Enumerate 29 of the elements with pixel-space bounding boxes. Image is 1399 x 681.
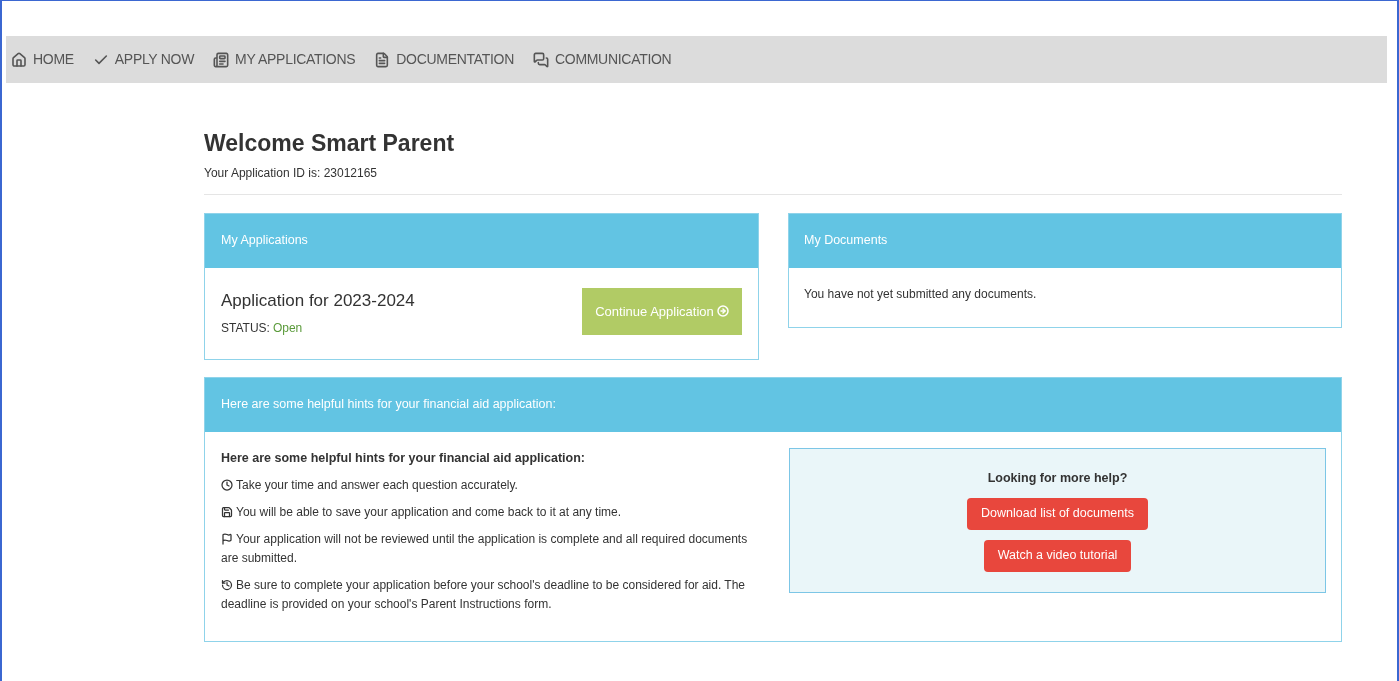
nav-link[interactable]: HOME (11, 49, 74, 70)
nav-link[interactable]: COMMUNICATION (533, 49, 672, 70)
status-label: STATUS: (221, 320, 270, 338)
help-title: Looking for more help? (987, 469, 1128, 487)
document-icon (374, 51, 391, 68)
history-icon (221, 578, 233, 591)
hint-text: Be sure to complete your application before your school's deadline to be considered for aid. The deadline is provided on your school's Parent Instructions form. (221, 576, 747, 613)
nav-link[interactable]: DOCUMENTATION (374, 49, 514, 70)
chat-icon (533, 51, 549, 68)
card-header: My Applications (205, 213, 758, 268)
hint-text: Your application will not be reviewed until the application is complete and all required documents are submitted. (221, 530, 749, 567)
home-icon (11, 51, 27, 68)
application-id: Your Application ID is: 23012165 (204, 164, 378, 182)
application-title: Application for 2023-2024 (221, 289, 415, 312)
status-value: Open (272, 320, 303, 338)
help-button[interactable]: Watch a video tutorial (983, 539, 1132, 572)
save-icon (221, 505, 233, 518)
nav-link[interactable]: APPLY NOW (92, 49, 195, 70)
hints-heading: Here are some helpful hints for your financial aid application: (221, 449, 586, 467)
card-header: My Documents (789, 213, 1341, 268)
flag-icon (221, 532, 233, 545)
nav-link[interactable]: MY APPLICATIONS (213, 49, 356, 70)
documents-message: You have not yet submitted any documents. (803, 285, 1038, 303)
card-header: Here are some helpful hints for your financial aid application: (205, 377, 1341, 432)
hint-text: Take your time and answer each question accurately. (221, 475, 761, 495)
help-button[interactable]: Download list of documents (967, 497, 1148, 530)
clock-icon (221, 478, 233, 491)
hint-text: You will be able to save your application and come back to it at any time. (221, 502, 761, 522)
welcome-title: Welcome Smart Parent (204, 129, 456, 158)
